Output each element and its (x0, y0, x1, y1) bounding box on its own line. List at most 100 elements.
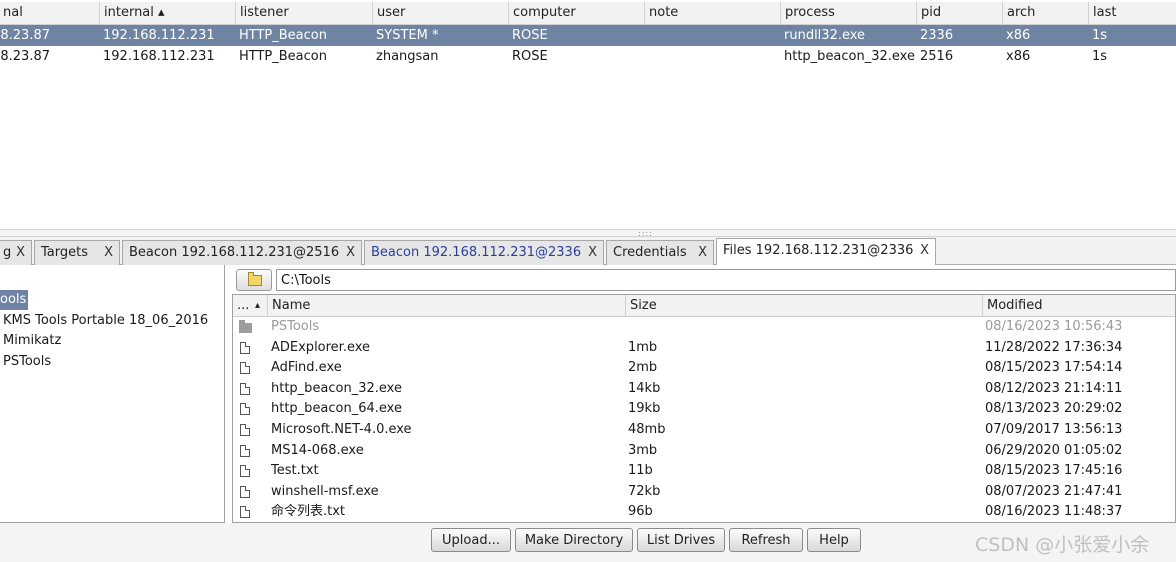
split-pane-divider[interactable]: :::: (0, 229, 1176, 238)
cell-process: http_beacon_32.exe (784, 49, 915, 64)
column-user[interactable]: user (372, 2, 508, 24)
tab-beacon-2516[interactable]: Beacon 192.168.112.231@2516 X (122, 240, 362, 265)
beacon-table-header: nal internal ▴ listener user computer no… (0, 2, 1176, 25)
column-external[interactable]: nal (0, 2, 100, 24)
tree-item-pstools[interactable]: PSTools (3, 352, 51, 372)
file-row[interactable]: Test.txt 11b 08/15/2023 17:45:16 (233, 461, 1175, 482)
make-directory-button[interactable]: Make Directory (515, 528, 633, 552)
tab-close-icon[interactable]: X (346, 241, 355, 265)
file-modified: 06/29/2020 01:05:02 (985, 442, 1123, 458)
beacon-table: nal internal ▴ listener user computer no… (0, 0, 1176, 229)
tab-close-icon[interactable]: X (16, 241, 25, 265)
tab-label: Targets (41, 245, 88, 260)
file-modified: 08/16/2023 10:56:43 (985, 319, 1123, 334)
tab-close-icon[interactable]: X (920, 239, 929, 263)
folder-tree: ools KMS Tools Portable 18_06_2016 Mimik… (0, 265, 225, 523)
cell-last: 1s (1092, 28, 1108, 43)
tree-item-kms[interactable]: KMS Tools Portable 18_06_2016 (3, 311, 208, 331)
file-size: 14kb (628, 380, 661, 396)
file-row[interactable]: AdFind.exe 2mb 08/15/2023 17:54:14 (233, 358, 1175, 379)
cell-pid: 2516 (920, 49, 954, 64)
help-button[interactable]: Help (807, 528, 861, 552)
file-name: ADExplorer.exe (271, 339, 371, 355)
file-size: 72kb (628, 483, 661, 499)
tab-close-icon[interactable]: X (698, 241, 707, 265)
file-row-folder[interactable]: PSTools 08/16/2023 10:56:43 (233, 317, 1175, 338)
tree-item-tools[interactable]: ools (0, 290, 29, 310)
file-icon (240, 485, 250, 498)
file-size: 11b (628, 463, 653, 479)
watermark: CSDN @小张爱小余 (975, 534, 1150, 556)
file-list-header: ... ▴ Name Size Modified (233, 295, 1175, 317)
folder-icon (239, 320, 252, 333)
column-process[interactable]: process (780, 2, 916, 24)
file-row[interactable]: MS14-068.exe 3mb 06/29/2020 01:05:02 (233, 441, 1175, 462)
path-input[interactable] (276, 269, 1176, 291)
tab-close-icon[interactable]: X (104, 241, 113, 265)
upload-button[interactable]: Upload... (431, 528, 511, 552)
file-row[interactable]: http_beacon_32.exe 14kb 08/12/2023 21:14… (233, 379, 1175, 400)
tree-item-mimikatz[interactable]: Mimikatz (3, 331, 61, 351)
file-name: AdFind.exe (271, 360, 342, 376)
file-row[interactable]: ADExplorer.exe 1mb 11/28/2022 17:36:34 (233, 338, 1175, 359)
cell-pid: 2336 (920, 28, 954, 43)
file-modified: 07/09/2017 13:56:13 (985, 422, 1123, 437)
file-icon (240, 506, 250, 519)
file-row[interactable]: 命令列表.txt 96b 08/16/2023 11:48:37 (233, 502, 1175, 522)
column-listener[interactable]: listener (235, 2, 372, 24)
file-name: Test.txt (271, 463, 319, 479)
tab-label: g (3, 245, 12, 260)
file-name: http_beacon_32.exe (271, 380, 402, 396)
file-row[interactable]: winshell-msf.exe 72kb 08/07/2023 21:47:4… (233, 482, 1175, 503)
tab-close-icon[interactable]: X (588, 241, 597, 265)
path-bar (232, 267, 1176, 293)
file-row[interactable]: http_beacon_64.exe 19kb 08/13/2023 20:29… (233, 399, 1175, 420)
file-icon (240, 444, 250, 457)
beacon-row-selected[interactable]: 38.23.87 192.168.112.231 HTTP_Beacon SYS… (0, 25, 1176, 46)
cell-internal: 192.168.112.231 (103, 28, 215, 43)
column-internal[interactable]: internal ▴ (99, 2, 236, 24)
cell-listener: HTTP_Beacon (239, 28, 327, 43)
list-drives-button[interactable]: List Drives (637, 528, 725, 552)
parent-folder-button[interactable] (236, 269, 272, 291)
file-name: Microsoft.NET-4.0.exe (271, 422, 412, 437)
column-arch[interactable]: arch (1002, 2, 1088, 24)
file-size: 96b (628, 504, 653, 520)
file-modified: 08/07/2023 21:47:41 (985, 483, 1123, 499)
folder-icon (248, 272, 262, 286)
file-name: winshell-msf.exe (271, 483, 379, 499)
column-icon[interactable]: ... ▴ (233, 295, 269, 316)
file-icon (240, 341, 250, 354)
file-row[interactable]: Microsoft.NET-4.0.exe 48mb 07/09/2017 13… (233, 420, 1175, 441)
column-note[interactable]: note (644, 2, 780, 24)
file-name: PSTools (271, 319, 320, 334)
cell-arch: x86 (1006, 49, 1031, 64)
file-icon (240, 465, 250, 478)
tab-files[interactable]: Files 192.168.112.231@2336 X (716, 238, 936, 265)
column-size[interactable]: Size (625, 295, 982, 316)
file-size: 48mb (628, 422, 666, 437)
column-computer[interactable]: computer (508, 2, 644, 24)
column-name[interactable]: Name (267, 295, 625, 316)
column-pid[interactable]: pid (916, 2, 1002, 24)
cell-external: 38.23.87 (0, 49, 50, 64)
tab-targets[interactable]: Targets X (34, 240, 120, 265)
file-icon (240, 424, 250, 436)
tab-bar: g X Targets X Beacon 192.168.112.231@251… (0, 237, 1176, 265)
tab-beacon-2336[interactable]: Beacon 192.168.112.231@2336 X (364, 240, 604, 265)
cell-note (644, 46, 780, 67)
file-icon (240, 362, 250, 375)
column-last[interactable]: last (1088, 2, 1176, 24)
cell-computer: ROSE (512, 49, 548, 64)
cell-computer: ROSE (512, 28, 548, 43)
column-modified[interactable]: Modified (982, 295, 1175, 316)
tab-partial[interactable]: g X (0, 240, 32, 265)
cell-external: 38.23.87 (0, 28, 50, 43)
cell-last: 1s (1092, 49, 1108, 64)
refresh-button[interactable]: Refresh (729, 528, 803, 552)
cell-user: zhangsan (376, 49, 439, 64)
tab-label: Files 192.168.112.231@2336 (723, 243, 914, 258)
beacon-row[interactable]: 38.23.87 192.168.112.231 HTTP_Beacon zha… (0, 46, 1176, 67)
file-modified: 11/28/2022 17:36:34 (985, 339, 1123, 355)
tab-credentials[interactable]: Credentials X (606, 240, 714, 265)
